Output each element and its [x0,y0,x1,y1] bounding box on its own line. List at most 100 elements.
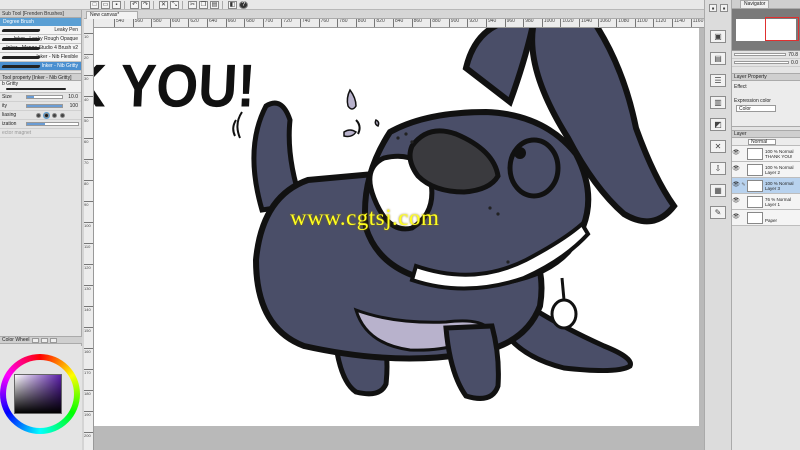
help-icon[interactable]: ? [239,0,248,9]
stabilization-slider[interactable] [26,122,79,126]
save-icon[interactable]: ▪ [112,0,121,9]
layer-new-icon[interactable]: ▣ [710,30,726,43]
opacity-row[interactable]: ity 100 [0,102,81,111]
navigator-preview[interactable] [732,9,800,51]
artboard[interactable]: K YOU! www.cgtsj.com [94,28,699,426]
redo-icon[interactable]: ↷ [141,0,150,9]
rotate-slider[interactable] [734,61,790,64]
ruler-tick-label: 640 [207,19,217,27]
ruler-tick-label: 960 [504,19,515,27]
navigator-tab[interactable]: Navigator [740,0,770,8]
layer-row[interactable]: 👁 ✎ 100 % Normal Layer 3 [732,178,800,194]
size-row[interactable]: Size 10.0 [0,93,81,102]
stabilization-row[interactable]: ization [0,120,81,129]
ruler-tick-label: 540 [114,19,124,27]
eye-icon[interactable]: 👁 [732,182,740,188]
layer-row[interactable]: 👁 76 % Normal Layer 1 [732,194,800,210]
ruler-tick-label: 680 [244,19,255,27]
opacity-slider[interactable] [26,104,63,108]
size-slider[interactable] [26,95,63,99]
color-tab-icon[interactable] [40,337,48,343]
layer-property-icon[interactable]: ▥ [710,96,726,109]
cut-icon[interactable]: ✂ [188,0,197,9]
color-tab-icon[interactable] [31,337,39,343]
tool-property-header: Tool property [Inker - Nib Gritty] [0,73,81,81]
layer-copy-icon[interactable]: ▤ [710,52,726,65]
ruler-tick-label: 130 [84,285,93,291]
open-icon[interactable]: ▭ [101,0,110,9]
brush-label: Inker - Leaky Rough Opaque [13,36,78,42]
navigator-viewport-frame[interactable] [765,17,799,41]
eye-icon[interactable]: 👁 [732,198,740,204]
eye-icon[interactable]: 👁 [732,166,740,172]
layer-mask-icon[interactable]: ◩ [710,118,726,131]
color-wheel-header: Color Wheel [0,336,82,344]
layer-tab[interactable]: Layer [734,131,747,137]
layer-property-tab[interactable]: Layer Property [734,74,767,80]
brush-set-tab[interactable]: Degree Brush [0,18,81,26]
command-bar: □ ▭ ▪ ↶ ↷ ✕ ⤡ ✂ ❐ ▤ ◧ ? [0,0,800,10]
ruler-tick-label: 160 [84,348,93,354]
saturation-value-square[interactable] [14,374,62,414]
layer-row[interactable]: 👁 100 % Normal Layer 2 [732,162,800,178]
layer-vector-icon[interactable]: ✎ [710,206,726,219]
transform-icon[interactable]: ⤡ [170,0,179,9]
eye-icon[interactable]: 👁 [732,214,740,220]
tool-name: b Gritty [0,81,81,93]
color-tab-icon[interactable] [49,337,57,343]
antialias-row: liasing [0,111,81,120]
dog-tag-ring [560,277,566,301]
paste-icon[interactable]: ▤ [210,0,219,9]
brush-item[interactable]: Inker - Nib Gritty [0,62,81,71]
eye-icon[interactable]: 👁 [732,150,740,156]
layer-row[interactable]: 👁 Paper [732,210,800,226]
copy-icon[interactable]: ❐ [199,0,208,9]
brush-item[interactable]: Inker - Manga Studio 4 Brush v2 [0,44,81,53]
brush-item[interactable]: Inker - Leaky Rough Opaque [0,35,81,44]
layer-clear-icon[interactable]: ✕ [710,140,726,153]
layer-thumbnail [747,211,763,224]
expression-color-select[interactable]: Color [736,105,776,112]
blend-mode-row: Normal [732,138,800,146]
ruler-tick-label: 100 [84,222,93,228]
file-icon[interactable]: □ [90,0,99,9]
navigator-zoom-row[interactable]: 70.8 [732,51,800,59]
blend-mode-select[interactable]: Normal [748,138,776,145]
expression-color-value: Color [739,105,751,112]
brush-label: Inker - Nib Flexible [36,54,78,60]
zoom-slider[interactable] [734,53,787,56]
layer-property-body: Effect Expression color Color [732,81,800,127]
fill-icon[interactable]: ◧ [228,0,237,9]
pen-icon[interactable]: ✎ [740,183,747,188]
ruler-tick-label: 780 [337,19,348,27]
antialias-none-option[interactable] [36,112,41,118]
ruler-tick-label: 170 [84,369,93,375]
antialias-medium-option[interactable] [52,112,57,118]
navigator-rotate-row[interactable]: 0.0 [732,59,800,67]
brush-item[interactable]: Leaky Pen [0,26,81,35]
opacity-value[interactable]: 100 [65,103,81,109]
strip-menu-icon[interactable]: ▪ [709,4,717,13]
antialias-weak-option[interactable] [44,112,49,118]
ruler-tick-label: 1120 [653,19,666,27]
size-value[interactable]: 10.0 [65,94,81,100]
layer-text: 76 % Normal Layer 1 [765,197,791,207]
layer-folder-icon[interactable]: ▦ [710,184,726,197]
dog-pupil [514,147,526,159]
layer-row[interactable]: 👁 100 % Normal THANK YOU! [732,146,800,162]
brush-item[interactable]: Inker - Nib Flexible [0,53,81,62]
strip-menu-icon[interactable]: ▪ [720,4,728,13]
dog-collar-tag [550,298,578,330]
delete-icon[interactable]: ✕ [159,0,168,9]
ruler-tick-label: 700 [262,19,273,27]
vector-magnet-row[interactable]: ector magnet [0,129,81,138]
ruler-tick-label: 620 [188,19,199,27]
ruler-tick-label: 760 [318,19,329,27]
layer-list-icon[interactable]: ☰ [710,74,726,87]
ruler-tick-label: 580 [151,19,162,27]
ruler-tick-label: 840 [393,19,403,27]
antialias-strong-option[interactable] [60,112,65,118]
undo-icon[interactable]: ↶ [130,0,139,9]
layer-merge-icon[interactable]: ⇩ [710,162,726,175]
canvas-tab[interactable]: New canvas* [86,11,138,19]
